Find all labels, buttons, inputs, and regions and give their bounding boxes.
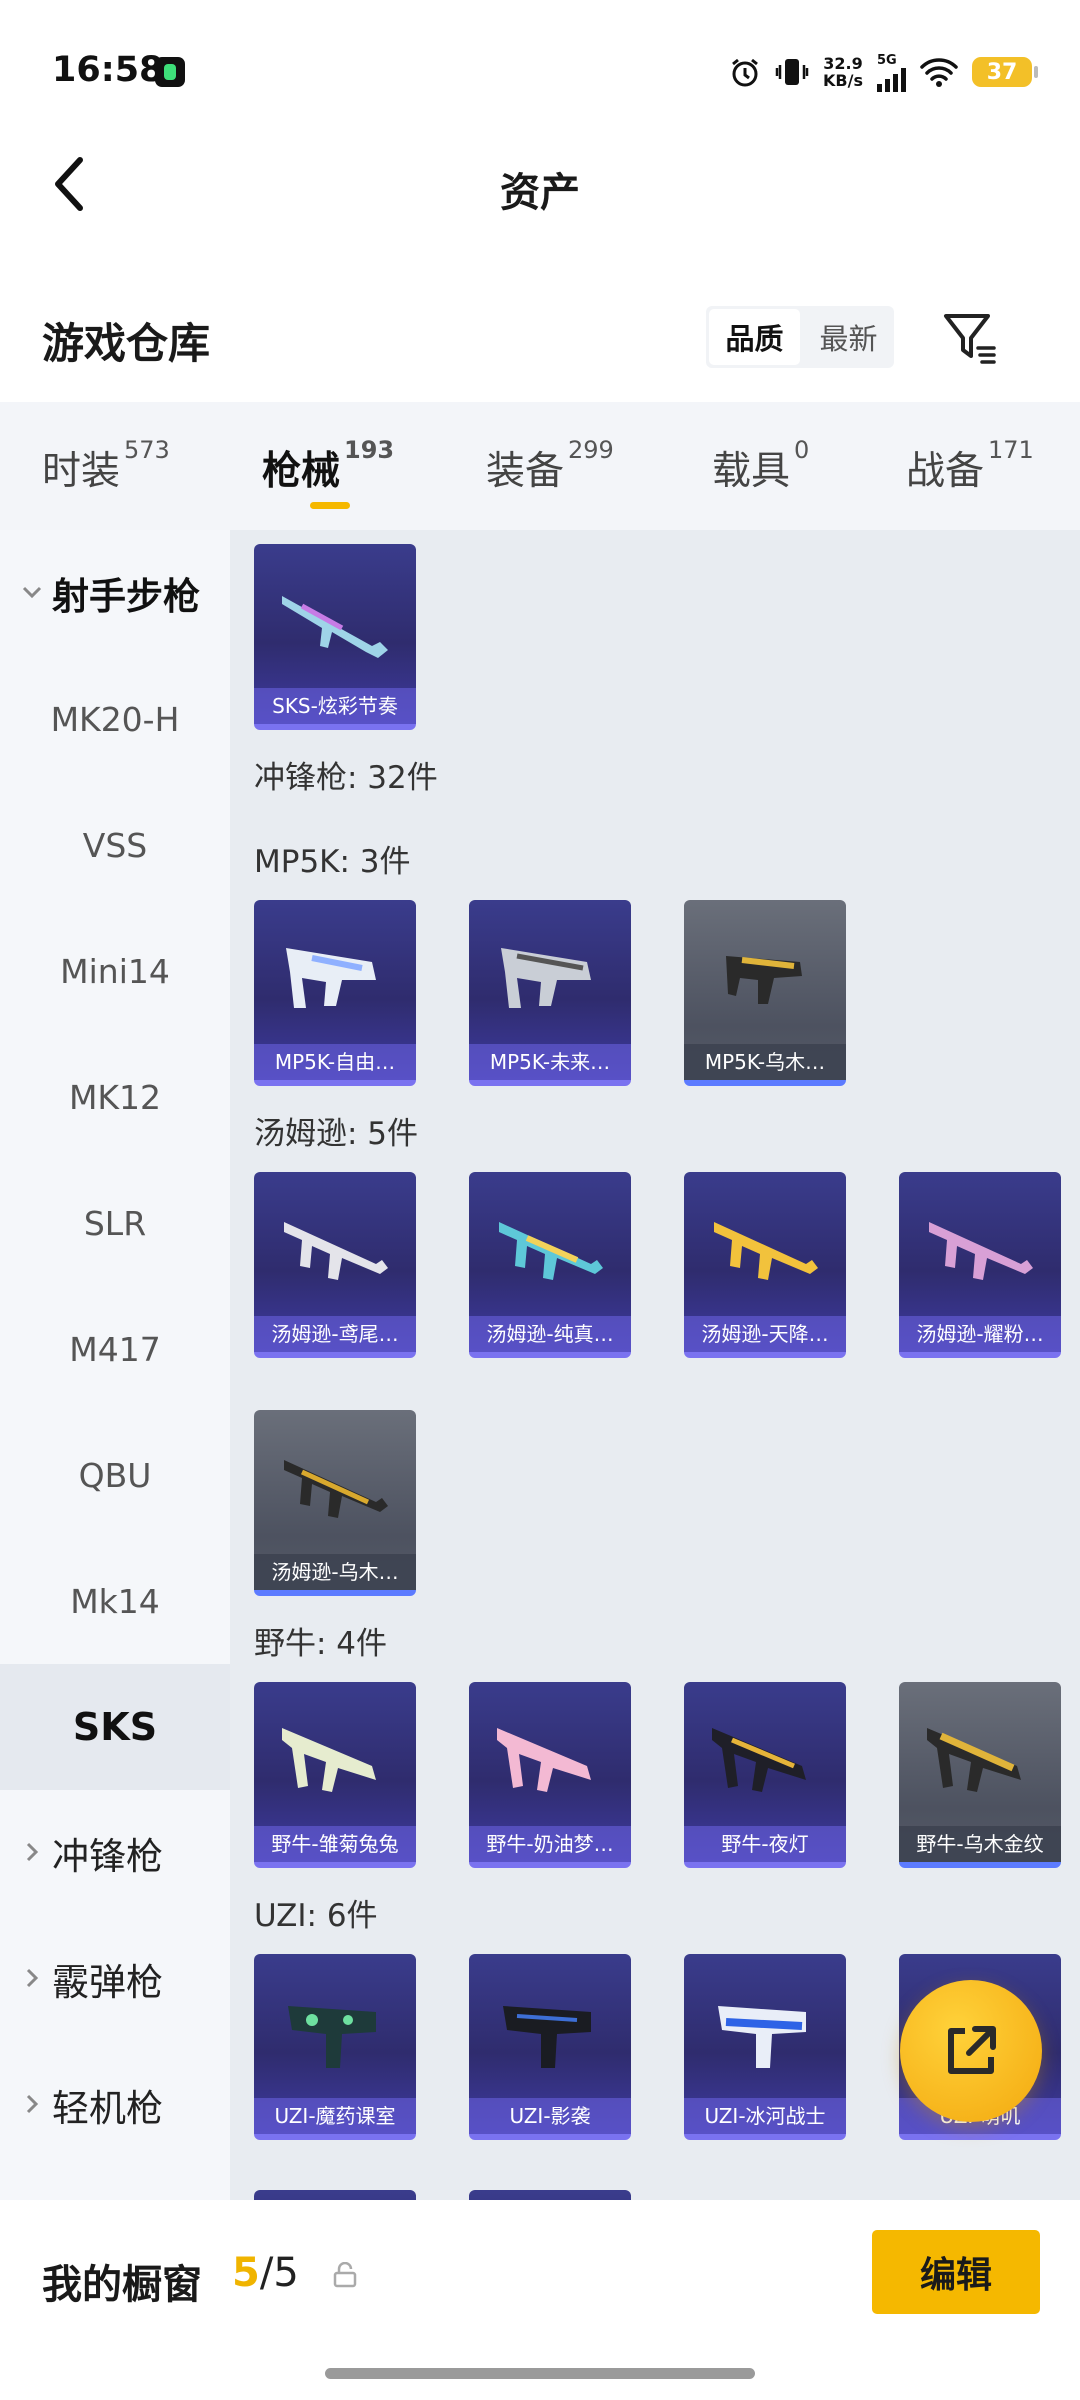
sidebar-item-slr[interactable]: SLR — [0, 1160, 230, 1286]
weapon-card-bizon-2[interactable]: 野牛-奶油梦… — [469, 1682, 631, 1868]
active-tab-indicator — [310, 502, 350, 509]
status-time: 16:58 — [52, 50, 164, 90]
weapon-card-bizon-1[interactable]: 野牛-雏菊兔兔 — [254, 1682, 416, 1868]
smg-icon — [503, 2006, 591, 2068]
screen: 16:58 32.9 KB/s 5G 37 资产 游戏仓库 品质 最新 时装 573 — [0, 0, 1080, 2400]
smg-icon — [497, 1728, 591, 1792]
sidebar-item-vss[interactable]: VSS — [0, 782, 230, 908]
smg-icon — [712, 1728, 806, 1792]
weapon-card-uzi-3[interactable]: UZI-冰河战士 — [684, 1954, 846, 2140]
weapon-card-partial[interactable] — [254, 2190, 416, 2200]
wifi-icon — [920, 58, 958, 87]
smg-icon — [282, 1728, 376, 1792]
sidebar-item-mini14[interactable]: Mini14 — [0, 908, 230, 1034]
status-bar: 16:58 32.9 KB/s 5G 37 — [0, 0, 1080, 140]
chevron-right-icon — [26, 1842, 39, 1862]
chevron-down-icon — [22, 586, 42, 599]
weapon-grid: SKS-炫彩节奏 冲锋枪: 32件 MP5K: 3件 MP5K-自由… MP5K… — [230, 530, 1080, 2200]
sidebar-item-mk20h[interactable]: MK20-H — [0, 656, 230, 782]
smg-icon — [927, 1728, 1021, 1792]
weapon-card-uzi-2[interactable]: UZI-影袭 — [469, 1954, 631, 2140]
weapon-card-mp5k-1[interactable]: MP5K-自由… — [254, 900, 416, 1086]
lock-icon — [333, 2262, 357, 2288]
tab-equipment[interactable]: 装备 299 — [486, 436, 614, 496]
sidebar-category-marksman[interactable]: 射手步枪 — [0, 530, 230, 656]
section-thompson: 汤姆逊: 5件 — [254, 1116, 419, 1152]
weapon-card-partial[interactable] — [469, 2190, 631, 2200]
edit-button[interactable]: 编辑 — [872, 2230, 1040, 2314]
weapon-card-thompson-2[interactable]: 汤姆逊-纯真… — [469, 1172, 631, 1358]
smg-icon — [929, 1222, 1033, 1280]
tab-supplies[interactable]: 战备 171 — [906, 436, 1034, 496]
showcase-bar: 我的橱窗 5/5 编辑 — [0, 2200, 1080, 2400]
signal-bars-icon — [877, 67, 906, 92]
weapon-card-thompson-4[interactable]: 汤姆逊-耀粉… — [899, 1172, 1061, 1358]
sidebar-category-smg[interactable]: 冲锋枪 — [0, 1790, 230, 1916]
alarm-icon — [732, 58, 758, 87]
sidebar-category-shotgun[interactable]: 霰弹枪 — [0, 1916, 230, 2042]
smg-icon — [714, 1222, 818, 1280]
weapon-sidebar: 射手步枪 MK20-H VSS Mini14 MK12 SLR M417 QBU… — [0, 530, 230, 2200]
sort-toggle: 品质 最新 — [706, 306, 894, 368]
smg-icon — [726, 956, 802, 1004]
showcase-label: 我的橱窗 — [42, 2262, 202, 2308]
section-mp5k: MP5K: 3件 — [254, 844, 411, 880]
sidebar-category-lmg[interactable]: 轻机枪 — [0, 2042, 230, 2168]
filter-button[interactable] — [940, 310, 1000, 366]
share-icon — [948, 2026, 996, 2074]
weapon-card-thompson-1[interactable]: 汤姆逊-鸢尾… — [254, 1172, 416, 1358]
status-icons: 32.9 KB/s 5G 37 — [729, 52, 1038, 92]
vibrate-icon — [775, 59, 809, 85]
weapon-card-uzi-1[interactable]: UZI-魔药课室 — [254, 1954, 416, 2140]
sidebar-item-m417[interactable]: M417 — [0, 1286, 230, 1412]
sidebar-item-mk12[interactable]: MK12 — [0, 1034, 230, 1160]
weapon-card-mp5k-3[interactable]: MP5K-乌木… — [684, 900, 846, 1086]
signal-indicator: 5G — [877, 53, 906, 92]
rifle-icon — [282, 596, 388, 658]
sort-newest-button[interactable]: 最新 — [803, 306, 894, 368]
share-button[interactable] — [900, 1980, 1042, 2122]
smg-icon — [499, 1222, 603, 1280]
smg-icon — [286, 948, 376, 1008]
sidebar-item-mk14[interactable]: Mk14 — [0, 1538, 230, 1664]
top-nav: 资产 — [0, 140, 1080, 230]
smg-icon — [501, 948, 591, 1008]
chevron-right-icon — [26, 2094, 39, 2114]
smg-icon — [284, 1222, 388, 1280]
section-smg-total: 冲锋枪: 32件 — [254, 760, 438, 796]
warehouse-title: 游戏仓库 — [42, 319, 211, 368]
chevron-right-icon — [26, 1968, 39, 1988]
section-uzi: UZI: 6件 — [254, 1898, 378, 1934]
home-indicator[interactable] — [325, 2368, 755, 2379]
net-speed: 32.9 KB/s — [823, 54, 863, 90]
smg-icon — [288, 2006, 376, 2068]
weapon-card-mp5k-2[interactable]: MP5K-未来… — [469, 900, 631, 1086]
weapon-card-bizon-4[interactable]: 野牛-乌木金纹 — [899, 1682, 1061, 1868]
tab-fashion[interactable]: 时装 573 — [42, 436, 170, 496]
page-title: 资产 — [500, 170, 580, 216]
weapon-card-bizon-3[interactable]: 野牛-夜灯 — [684, 1682, 846, 1868]
section-bizon: 野牛: 4件 — [254, 1626, 388, 1662]
sort-quality-button[interactable]: 品质 — [709, 309, 800, 365]
weapon-card-thompson-3[interactable]: 汤姆逊-天降… — [684, 1172, 846, 1358]
weapon-card-sks[interactable]: SKS-炫彩节奏 — [254, 544, 416, 730]
smg-icon — [284, 1460, 388, 1518]
filter-icon — [944, 314, 996, 364]
tab-vehicles[interactable]: 载具 0 — [712, 436, 809, 496]
category-tabs: 时装 573 枪械 193 装备 299 载具 0 战备 171 — [0, 402, 1080, 530]
showcase-count: 5/5 — [232, 2250, 299, 2296]
sidebar-item-sks[interactable]: SKS — [0, 1664, 230, 1790]
music-app-icon — [155, 57, 185, 87]
weapon-card-thompson-5[interactable]: 汤姆逊-乌木… — [254, 1410, 416, 1596]
sidebar-item-qbu[interactable]: QBU — [0, 1412, 230, 1538]
tab-guns[interactable]: 枪械 193 — [262, 436, 394, 509]
smg-icon — [718, 2006, 806, 2068]
battery-indicator: 37 — [972, 57, 1038, 87]
